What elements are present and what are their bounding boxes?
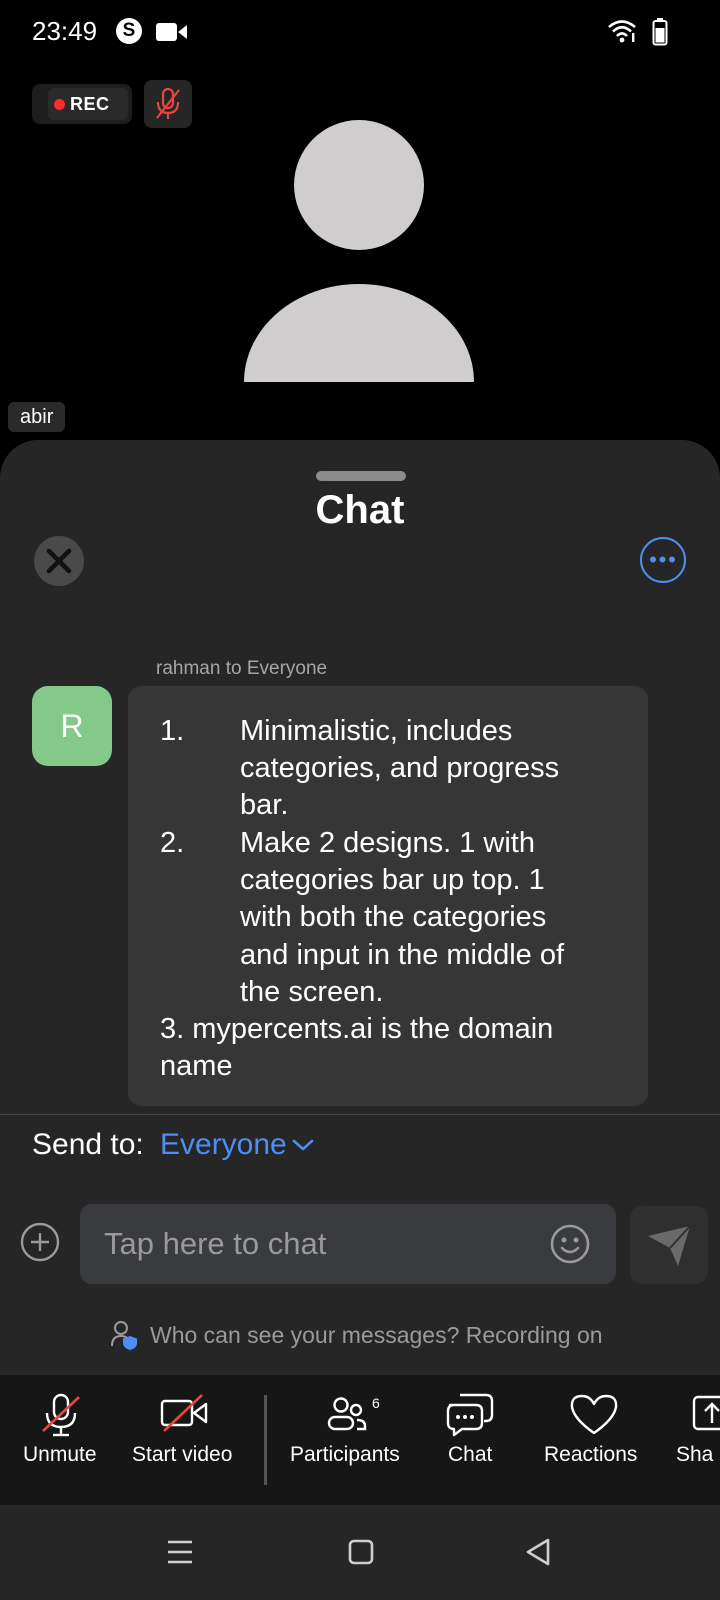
video-off-icon <box>160 1394 208 1432</box>
share-label: Sha <box>676 1443 714 1466</box>
start-video-label: Start video <box>132 1443 233 1466</box>
message-line: 3. mypercents.ai is the domain <box>160 1013 554 1045</box>
video-camera-icon <box>156 23 187 41</box>
sheet-drag-handle[interactable] <box>316 471 406 481</box>
wifi-icon <box>608 20 636 43</box>
status-bar: 23:49 S <box>0 0 720 64</box>
user-shield-icon <box>111 1321 137 1350</box>
reactions-label: Reactions <box>544 1443 638 1466</box>
add-attachment-button[interactable] <box>20 1222 60 1262</box>
message-line: Make 2 designs. 1 with <box>240 827 535 859</box>
emoji-icon[interactable] <box>550 1224 590 1264</box>
heart-icon <box>570 1394 618 1435</box>
share-icon <box>692 1395 720 1431</box>
participants-icon <box>327 1397 367 1431</box>
chat-label: Chat <box>448 1443 493 1466</box>
message-line: with both the categories <box>240 901 547 933</box>
toolbar-divider <box>264 1395 267 1485</box>
close-button[interactable] <box>34 536 84 586</box>
divider <box>0 1114 720 1115</box>
muted-mic-indicator <box>144 80 192 128</box>
recording-dot-icon <box>54 99 65 110</box>
message-line: and input in the middle of <box>240 939 565 971</box>
send-to-dropdown[interactable]: Everyone <box>160 1128 287 1162</box>
message-line: categories bar up top. 1 <box>240 864 545 896</box>
start-video-button[interactable]: Start video <box>122 1375 264 1505</box>
send-button[interactable] <box>630 1206 708 1284</box>
chat-bubble-icon <box>446 1393 494 1437</box>
message-line: categories, and progress <box>240 752 560 784</box>
meeting-toolbar: Unmute Start video 6 Participants Chat R… <box>0 1375 720 1505</box>
message-line: the screen. <box>240 976 384 1008</box>
more-horizontal-icon <box>650 556 675 563</box>
message-line: bar. <box>240 789 289 821</box>
unmute-label: Unmute <box>23 1443 97 1466</box>
battery-icon <box>652 18 668 46</box>
recording-badge: REC <box>32 84 132 124</box>
message-line: name <box>160 1050 233 1082</box>
send-icon <box>648 1225 691 1266</box>
reactions-button[interactable]: Reactions <box>530 1375 660 1505</box>
participant-avatar-body <box>244 284 474 382</box>
back-icon[interactable] <box>524 1537 552 1567</box>
more-options-button[interactable] <box>640 537 686 583</box>
avatar: R <box>32 686 112 766</box>
chat-title: Chat <box>315 488 405 532</box>
chat-input[interactable]: Tap here to chat <box>80 1204 616 1284</box>
unmute-button[interactable]: Unmute <box>0 1375 122 1505</box>
chevron-down-icon[interactable] <box>292 1138 314 1152</box>
status-time: 23:49 <box>32 16 98 46</box>
recording-label: REC <box>70 94 110 114</box>
close-icon <box>46 548 72 574</box>
participants-button[interactable]: 6 Participants <box>284 1375 410 1505</box>
home-icon[interactable] <box>348 1539 374 1565</box>
skype-icon: S <box>116 18 142 44</box>
share-button[interactable]: Sha <box>672 1375 720 1505</box>
menu-icon[interactable] <box>166 1539 194 1565</box>
mic-off-icon <box>156 87 180 119</box>
chat-button[interactable]: Chat <box>420 1375 520 1505</box>
message-line: Minimalistic, includes <box>240 715 513 747</box>
participant-name-tag: abir <box>8 402 66 432</box>
chat-panel: Chat rahman to Everyone R 1. Minimalisti… <box>0 440 720 1375</box>
message-bubble[interactable]: 1. Minimalistic, includes categories, an… <box>128 686 648 1106</box>
participant-avatar-head <box>294 120 424 250</box>
list-number: 1. <box>160 715 185 747</box>
privacy-notice-text: Who can see your messages? Recording on <box>150 1322 603 1348</box>
message-sender-line: rahman to Everyone <box>156 658 328 679</box>
chat-input-placeholder: Tap here to chat <box>104 1226 327 1261</box>
send-to-label: Send to: <box>32 1128 144 1161</box>
list-number: 2. <box>160 827 185 859</box>
mic-off-icon <box>42 1393 80 1437</box>
system-nav-bar <box>0 1505 720 1600</box>
plus-circle-icon <box>20 1222 60 1262</box>
participants-count-badge: 6 <box>372 1395 380 1411</box>
participants-label: Participants <box>290 1443 400 1466</box>
